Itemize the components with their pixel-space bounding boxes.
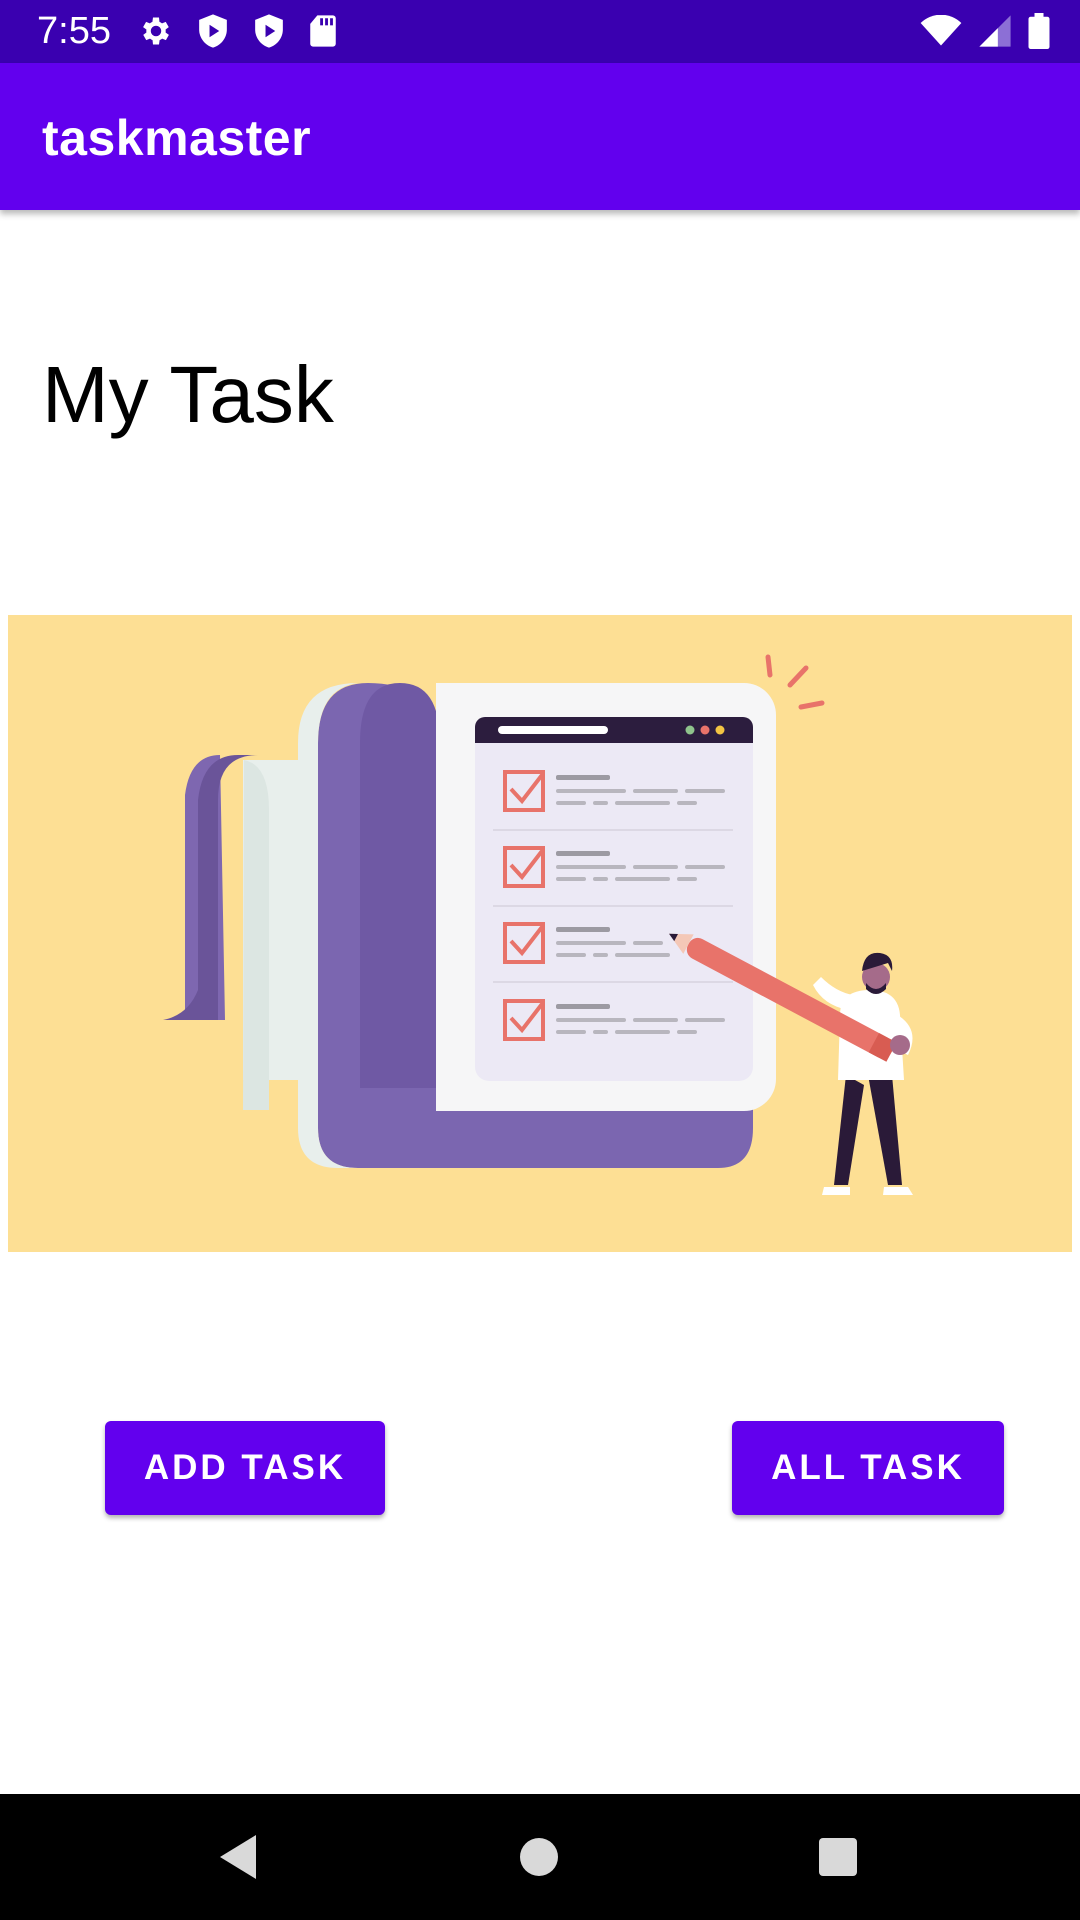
battery-icon xyxy=(1028,13,1050,49)
task-checklist-illustration xyxy=(8,615,1072,1252)
home-icon[interactable] xyxy=(509,1827,569,1887)
app-screen: 7:55 taskmaster My Task ADD TASK ALL TAS… xyxy=(0,0,1080,1920)
add-task-button[interactable]: ADD TASK xyxy=(105,1421,385,1515)
status-system-icons xyxy=(920,12,1050,50)
back-icon[interactable] xyxy=(208,1827,268,1887)
sd-card-icon xyxy=(308,14,338,48)
system-navigation-bar xyxy=(0,1794,1080,1920)
settings-icon xyxy=(138,13,174,49)
all-task-button[interactable]: ALL TASK xyxy=(732,1421,1004,1515)
shield-play-icon xyxy=(196,13,230,49)
wifi-icon xyxy=(920,15,962,47)
status-bar: 7:55 xyxy=(0,0,1080,63)
cellular-signal-icon xyxy=(978,14,1012,48)
app-title: taskmaster xyxy=(42,110,312,166)
app-bar: taskmaster xyxy=(0,63,1080,210)
recents-icon[interactable] xyxy=(808,1827,868,1887)
status-notification-icons xyxy=(138,13,338,49)
page-title: My Task xyxy=(42,350,334,439)
status-time: 7:55 xyxy=(37,10,111,52)
shield-play-icon xyxy=(252,13,286,49)
